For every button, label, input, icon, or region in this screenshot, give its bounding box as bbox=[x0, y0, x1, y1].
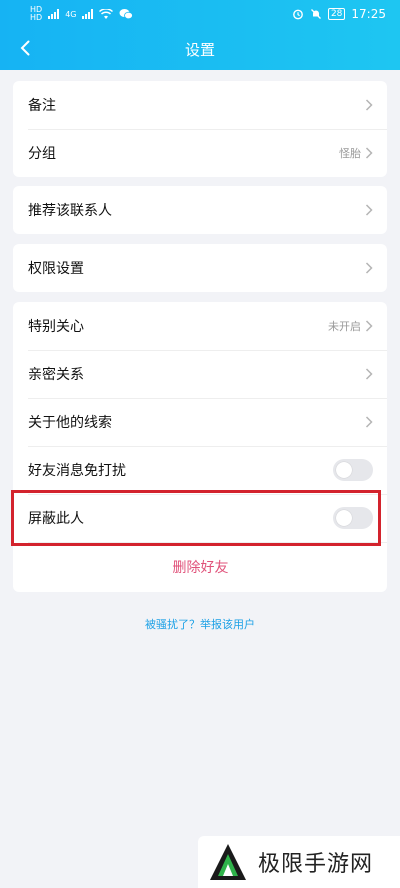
card-recommend: 推荐该联系人 bbox=[13, 186, 387, 234]
row-label: 推荐该联系人 bbox=[28, 203, 112, 219]
do-not-disturb-toggle[interactable] bbox=[333, 459, 373, 481]
chevron-right-icon bbox=[365, 99, 373, 111]
battery-icon: 28 bbox=[327, 8, 346, 20]
row-block-user: 屏蔽此人 bbox=[13, 494, 387, 542]
signal-icon bbox=[48, 9, 60, 19]
row-do-not-disturb: 好友消息免打扰 bbox=[13, 446, 387, 494]
watermark-logo-icon bbox=[210, 844, 246, 880]
chevron-right-icon bbox=[365, 416, 373, 428]
row-group[interactable]: 分组 怪胎 bbox=[13, 129, 387, 177]
header: HD HD 4G 28 17:25 设置 bbox=[0, 0, 400, 70]
card-permissions: 权限设置 bbox=[13, 244, 387, 292]
back-icon[interactable] bbox=[12, 35, 38, 61]
chevron-right-icon bbox=[365, 147, 373, 159]
nav-bar: 设置 bbox=[0, 32, 400, 66]
watermark: 极限手游网 bbox=[198, 836, 400, 888]
row-permission-settings[interactable]: 权限设置 bbox=[13, 244, 387, 292]
chevron-right-icon bbox=[365, 368, 373, 380]
row-label: 备注 bbox=[28, 98, 56, 114]
delete-friend-button[interactable]: 删除好友 bbox=[13, 542, 387, 592]
row-remark[interactable]: 备注 bbox=[13, 81, 387, 129]
row-label: 亲密关系 bbox=[28, 367, 84, 383]
row-label: 权限设置 bbox=[28, 261, 84, 277]
watermark-text: 极限手游网 bbox=[258, 852, 374, 877]
toggle-knob bbox=[336, 510, 352, 526]
group-value: 怪胎 bbox=[339, 147, 361, 160]
clock: 17:25 bbox=[351, 7, 386, 21]
row-label: 好友消息免打扰 bbox=[28, 463, 126, 479]
chevron-right-icon bbox=[365, 204, 373, 216]
block-user-toggle[interactable] bbox=[333, 507, 373, 529]
signal-icon-2 bbox=[82, 9, 94, 19]
report-user-link[interactable]: 被骚扰了？举报该用户 bbox=[0, 616, 400, 632]
status-bar: HD HD 4G 28 17:25 bbox=[0, 0, 400, 28]
row-special-care[interactable]: 特别关心 未开启 bbox=[13, 302, 387, 350]
mute-icon bbox=[310, 9, 321, 19]
row-label: 关于他的线索 bbox=[28, 415, 112, 431]
delete-friend-label: 删除好友 bbox=[172, 560, 229, 576]
network-type: 4G bbox=[65, 9, 77, 19]
wifi-icon bbox=[99, 8, 114, 19]
card-remark-group: 备注 分组 怪胎 bbox=[13, 81, 387, 177]
sim-indicator: HD HD bbox=[30, 5, 43, 22]
special-care-value: 未开启 bbox=[328, 320, 361, 333]
row-label: 特别关心 bbox=[28, 319, 84, 335]
row-label: 分组 bbox=[28, 146, 56, 162]
toggle-knob bbox=[336, 462, 352, 478]
row-clues-about-him[interactable]: 关于他的线索 bbox=[13, 398, 387, 446]
alarm-icon bbox=[293, 9, 303, 20]
chevron-right-icon bbox=[365, 262, 373, 274]
row-intimate-relation[interactable]: 亲密关系 bbox=[13, 350, 387, 398]
chevron-right-icon bbox=[365, 320, 373, 332]
page-title: 设置 bbox=[184, 40, 215, 59]
wechat-icon bbox=[119, 9, 134, 20]
row-label: 屏蔽此人 bbox=[28, 511, 84, 527]
card-friend-options: 特别关心 未开启 亲密关系 关于他的线索 好友消息免打扰 屏蔽此人 删除好友 bbox=[13, 302, 387, 592]
row-recommend-contact[interactable]: 推荐该联系人 bbox=[13, 186, 387, 234]
